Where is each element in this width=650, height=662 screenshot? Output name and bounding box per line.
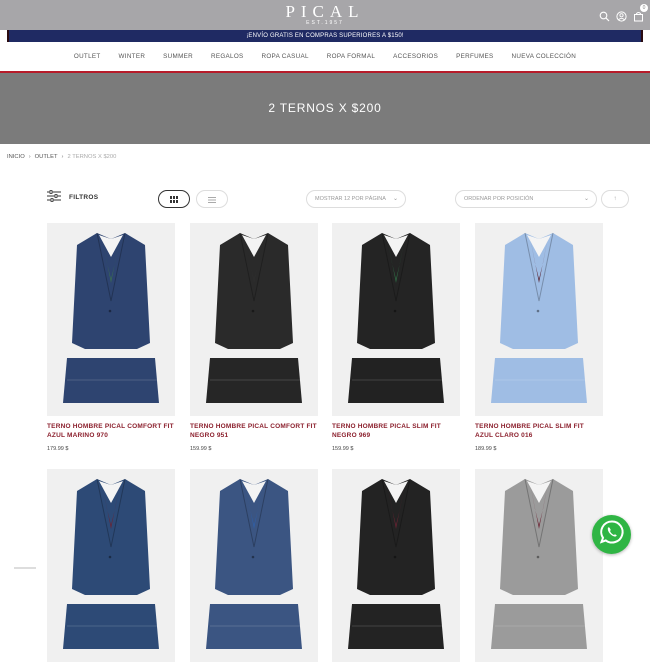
cart-count-badge: 0 bbox=[640, 4, 648, 12]
nav-item-ropa-formal[interactable]: ROPA FORMAL bbox=[327, 53, 375, 60]
product-card[interactable]: TERNO HOMBRE PICAL SLIM FIT AZUL CLARO 0… bbox=[475, 223, 603, 452]
product-card[interactable] bbox=[332, 469, 460, 662]
product-image[interactable] bbox=[47, 223, 175, 416]
product-name[interactable]: TERNO HOMBRE PICAL SLIM FIT AZUL CLARO 0… bbox=[475, 422, 603, 440]
page-size-select[interactable]: MOSTRAR 12 POR PÁGINA ⌄ bbox=[306, 190, 406, 208]
list-view-button[interactable] bbox=[196, 190, 228, 208]
chevron-right-icon: › bbox=[61, 154, 64, 160]
main-nav: OUTLET WINTER SUMMER REGALOS ROPA CASUAL… bbox=[0, 42, 650, 72]
scroll-indicator bbox=[14, 567, 36, 569]
breadcrumb: INICIO › OUTLET › 2 TERNOS X $200 bbox=[7, 154, 116, 160]
brand-logo[interactable]: PICAL EST.1957 bbox=[268, 2, 382, 26]
product-price: 159.99 $ bbox=[190, 446, 212, 452]
top-header: PICAL EST.1957 0 bbox=[0, 0, 650, 30]
chevron-down-icon: ⌄ bbox=[392, 196, 398, 202]
logo-text: PICAL bbox=[285, 2, 365, 21]
product-image[interactable] bbox=[190, 469, 318, 662]
nav-item-winter[interactable]: WINTER bbox=[119, 53, 146, 60]
product-name[interactable]: TERNO HOMBRE PICAL COMFORT FIT NEGRO 951 bbox=[190, 422, 318, 440]
chevron-down-icon: ⌄ bbox=[583, 196, 589, 202]
nav-item-nueva-coleccion[interactable]: NUEVA COLECCIÓN bbox=[512, 53, 577, 60]
filters-label: FILTROS bbox=[69, 193, 99, 201]
page-title: 2 TERNOS X $200 bbox=[268, 101, 382, 115]
sort-order-value: ORDENAR POR POSICIÓN bbox=[464, 196, 534, 202]
product-image[interactable] bbox=[47, 469, 175, 662]
product-name[interactable]: TERNO HOMBRE PICAL SLIM FIT NEGRO 969 bbox=[332, 422, 460, 440]
arrow-up-icon: ↑ bbox=[613, 196, 617, 202]
product-card[interactable] bbox=[190, 469, 318, 662]
grid-view-button[interactable] bbox=[158, 190, 190, 208]
nav-item-outlet[interactable]: OUTLET bbox=[74, 53, 101, 60]
breadcrumb-home[interactable]: INICIO bbox=[7, 154, 25, 160]
product-image[interactable] bbox=[475, 223, 603, 416]
chevron-right-icon: › bbox=[28, 154, 31, 160]
promo-bar: ¡ENVÍO GRATIS EN COMPRAS SUPERIORES A $1… bbox=[7, 30, 643, 42]
page-size-value: MOSTRAR 12 POR PÁGINA bbox=[315, 196, 386, 202]
filters-button[interactable]: FILTROS bbox=[47, 190, 98, 204]
cart-icon[interactable]: 0 bbox=[633, 4, 648, 22]
product-name[interactable]: TERNO HOMBRE PICAL COMFORT FIT AZUL MARI… bbox=[47, 422, 175, 440]
search-icon[interactable] bbox=[599, 9, 610, 22]
breadcrumb-current: 2 TERNOS X $200 bbox=[67, 154, 117, 160]
product-card[interactable] bbox=[47, 469, 175, 662]
grid-icon bbox=[170, 190, 178, 208]
sort-order-select[interactable]: ORDENAR POR POSICIÓN ⌄ bbox=[455, 190, 597, 208]
breadcrumb-outlet[interactable]: OUTLET bbox=[35, 154, 58, 160]
product-card[interactable]: TERNO HOMBRE PICAL COMFORT FIT AZUL MARI… bbox=[47, 223, 175, 452]
product-image[interactable] bbox=[332, 469, 460, 662]
sliders-icon bbox=[47, 190, 61, 204]
whatsapp-chat-button[interactable] bbox=[592, 515, 631, 554]
nav-item-perfumes[interactable]: PERFUMES bbox=[456, 53, 493, 60]
category-banner: 2 TERNOS X $200 bbox=[0, 73, 650, 144]
product-image[interactable] bbox=[332, 223, 460, 416]
list-icon bbox=[208, 190, 216, 208]
product-toolbar: FILTROS MOSTRAR 12 POR PÁGINA ⌄ ORDENAR … bbox=[47, 188, 630, 210]
product-price: 189.99 $ bbox=[475, 446, 497, 452]
product-image[interactable] bbox=[475, 469, 603, 662]
product-card[interactable] bbox=[475, 469, 603, 662]
nav-item-accesorios[interactable]: ACCESORIOS bbox=[393, 53, 438, 60]
header-icons: 0 bbox=[599, 4, 648, 22]
product-price: 179.99 $ bbox=[47, 446, 69, 452]
product-card[interactable]: TERNO HOMBRE PICAL COMFORT FIT NEGRO 951… bbox=[190, 223, 318, 452]
product-image[interactable] bbox=[190, 223, 318, 416]
product-price: 159.99 $ bbox=[332, 446, 354, 452]
nav-item-ropa-casual[interactable]: ROPA CASUAL bbox=[262, 53, 309, 60]
product-card[interactable]: TERNO HOMBRE PICAL SLIM FIT NEGRO 969 159… bbox=[332, 223, 460, 452]
sort-direction-button[interactable]: ↑ bbox=[601, 190, 629, 208]
nav-item-summer[interactable]: SUMMER bbox=[163, 53, 193, 60]
whatsapp-icon bbox=[599, 519, 625, 550]
account-icon[interactable] bbox=[616, 9, 627, 22]
nav-item-regalos[interactable]: REGALOS bbox=[211, 53, 244, 60]
